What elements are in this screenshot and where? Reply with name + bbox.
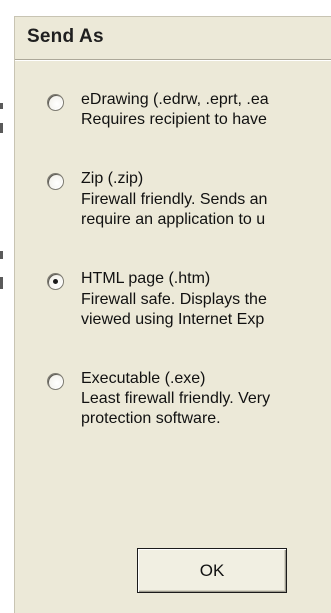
zip-description-line: Firewall friendly. Sends an	[81, 191, 268, 208]
background-edge-mark	[0, 123, 3, 133]
executable-description-line: protection software.	[81, 410, 221, 427]
html-page-radio[interactable]	[47, 273, 64, 290]
edrawing-radio[interactable]	[47, 94, 64, 111]
dialog-title: Send As	[27, 26, 104, 47]
html-page-label[interactable]: HTML page (.htm)	[81, 269, 210, 288]
radio-selected-dot	[53, 279, 58, 284]
titlebar-divider-highlight	[15, 60, 331, 61]
html-page-description-line: Firewall safe. Displays the	[81, 291, 267, 308]
zip-radio[interactable]	[47, 173, 64, 190]
background-edge-mark	[0, 277, 3, 289]
zip-description-line: require an application to u	[81, 211, 266, 228]
edrawing-label[interactable]: eDrawing (.edrw, .eprt, .ea	[81, 90, 269, 109]
background-edge-mark	[0, 251, 3, 259]
background-edge-mark	[0, 103, 3, 109]
html-page-description-line: viewed using Internet Exp	[81, 311, 265, 328]
dialog-titlebar[interactable]: Send As	[15, 17, 331, 59]
send-as-dialog: Send As eDrawing (.edrw, .eprt, .ea Requ…	[14, 16, 331, 613]
edrawing-description-line: Requires recipient to have	[81, 111, 267, 128]
executable-radio[interactable]	[47, 373, 64, 390]
executable-description-line: Least firewall friendly. Very	[81, 390, 271, 407]
executable-label[interactable]: Executable (.exe)	[81, 369, 206, 388]
screenshot-area: Send As eDrawing (.edrw, .eprt, .ea Requ…	[0, 0, 331, 613]
ok-button[interactable]: OK	[137, 548, 287, 593]
zip-label[interactable]: Zip (.zip)	[81, 169, 143, 188]
